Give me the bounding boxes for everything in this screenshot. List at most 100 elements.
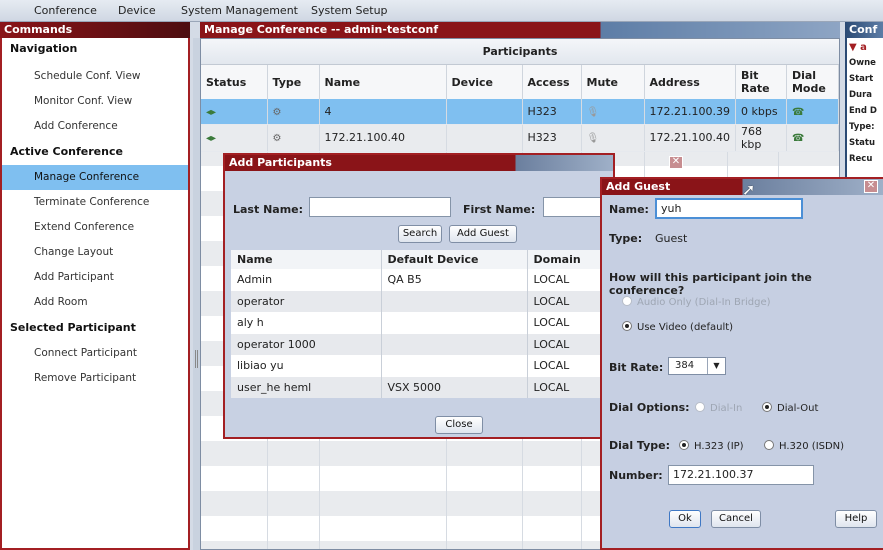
- col-default-device[interactable]: Default Device: [381, 250, 528, 269]
- col-user-name[interactable]: Name: [231, 250, 382, 269]
- table-row[interactable]: operator LOCAL: [231, 290, 611, 312]
- col-status[interactable]: Status: [201, 65, 268, 99]
- user-device: QA B5: [381, 269, 528, 291]
- menu-device[interactable]: Device: [118, 4, 156, 17]
- number-input[interactable]: 172.21.100.37: [668, 465, 814, 485]
- use-video-radio[interactable]: Use Video (default): [622, 320, 733, 333]
- user-domain: LOCAL: [527, 376, 611, 398]
- conf-info-recurrence: Recu: [849, 154, 873, 164]
- cell-name: 172.21.100.40: [319, 124, 447, 152]
- close-icon[interactable]: ✕: [864, 180, 878, 193]
- close-icon[interactable]: ✕: [669, 156, 683, 169]
- number-label: Number:: [609, 469, 663, 482]
- dial-in-radio[interactable]: Dial-In: [695, 401, 742, 414]
- last-name-label: Last Name:: [233, 203, 304, 216]
- table-row[interactable]: operator 1000 LOCAL: [231, 333, 611, 355]
- col-name[interactable]: Name: [319, 65, 447, 99]
- menu-system-setup[interactable]: System Setup: [311, 4, 388, 17]
- ok-button[interactable]: Ok: [669, 510, 701, 528]
- search-button[interactable]: Search: [398, 225, 442, 243]
- col-access[interactable]: Access: [522, 65, 582, 99]
- cmd-terminate-conference[interactable]: Terminate Conference: [2, 190, 188, 215]
- table-row[interactable]: ◂▸ ⚙ 172.21.100.40 H323 🎙 172.21.100.40 …: [201, 124, 840, 152]
- endpoint-type-icon: ⚙: [272, 106, 282, 118]
- cmd-add-participant[interactable]: Add Participant: [2, 265, 188, 290]
- cmd-monitor-conf-view[interactable]: Monitor Conf. View: [2, 89, 188, 114]
- user-name: operator: [231, 290, 382, 312]
- cmd-change-layout[interactable]: Change Layout: [2, 240, 188, 265]
- h323-radio[interactable]: H.323 (IP): [679, 439, 744, 452]
- menu-conference[interactable]: Conference: [34, 4, 97, 17]
- table-row[interactable]: user_he heml VSX 5000 LOCAL: [231, 376, 611, 398]
- dial-options-label: Dial Options:: [609, 401, 690, 414]
- col-address[interactable]: Address: [644, 65, 736, 99]
- cell-address: 172.21.100.39: [644, 99, 736, 125]
- dial-in-label: Dial-In: [710, 403, 743, 414]
- cell-bit-rate: 768 kbp: [735, 124, 787, 152]
- cmd-remove-participant[interactable]: Remove Participant: [2, 366, 188, 391]
- last-name-input[interactable]: [309, 197, 451, 217]
- menu-system-management[interactable]: System Management: [181, 4, 298, 17]
- user-device: [381, 312, 528, 334]
- main-title: Manage Conference -- admin-testconf: [200, 22, 840, 38]
- table-row[interactable]: ◂▸ ⚙ 4 H323 🎙 172.21.100.39 0 kbps ☎: [201, 99, 840, 125]
- user-device: VSX 5000: [381, 376, 528, 398]
- cell-device: [446, 124, 523, 152]
- table-row[interactable]: libiao yu LOCAL: [231, 355, 611, 377]
- cell-bit-rate: 0 kbps: [735, 99, 787, 125]
- section-selected-participant: Selected Participant: [10, 321, 136, 334]
- conf-info-expander[interactable]: ▼ a: [847, 38, 883, 56]
- help-button[interactable]: Help: [835, 510, 877, 528]
- guest-type-label: Type:: [609, 232, 643, 245]
- table-row[interactable]: Admin QA B5 LOCAL: [231, 269, 611, 291]
- cmd-schedule-conf-view[interactable]: Schedule Conf. View: [2, 64, 188, 89]
- bitrate-value: 384: [675, 360, 695, 371]
- cmd-add-conference[interactable]: Add Conference: [2, 114, 188, 139]
- add-guest-button[interactable]: Add Guest: [449, 225, 517, 243]
- col-device[interactable]: Device: [446, 65, 523, 99]
- table-row[interactable]: aly h LOCAL: [231, 312, 611, 334]
- add-participants-title-text: Add Participants: [229, 156, 332, 169]
- panel-splitter[interactable]: [193, 38, 200, 550]
- cancel-button[interactable]: Cancel: [711, 510, 761, 528]
- menu-bar: Conference Device System Management Syst…: [0, 0, 883, 22]
- close-button[interactable]: Close: [435, 416, 483, 434]
- col-domain[interactable]: Domain: [527, 250, 611, 269]
- splitter-grip[interactable]: [195, 350, 198, 368]
- user-device: [381, 290, 528, 312]
- commands-title: Commands: [0, 22, 190, 38]
- conf-info-end: End D: [849, 106, 877, 116]
- add-guest-dialog: Add Guest ✕ ➚ Name: yuh Type: Guest How …: [600, 177, 883, 550]
- dial-type-label: Dial Type:: [609, 439, 671, 452]
- col-dial-mode[interactable]: Dial Mode: [786, 65, 840, 99]
- user-name: libiao yu: [231, 355, 382, 377]
- h320-radio[interactable]: H.320 (ISDN): [764, 439, 844, 452]
- user-domain: LOCAL: [527, 312, 611, 334]
- col-type[interactable]: Type: [267, 65, 320, 99]
- status-icon: ◂▸: [206, 106, 217, 118]
- radio-icon: [695, 402, 705, 412]
- section-navigation: Navigation: [10, 42, 78, 55]
- cmd-add-room[interactable]: Add Room: [2, 290, 188, 315]
- mouse-cursor-icon: ➚: [742, 180, 756, 199]
- bitrate-select[interactable]: 384 ▼: [668, 357, 726, 375]
- guest-type-value: Guest: [655, 232, 688, 245]
- add-guest-title-text: Add Guest: [606, 180, 671, 193]
- bitrate-label: Bit Rate:: [609, 361, 664, 374]
- conf-info-title: Conf: [845, 22, 883, 38]
- audio-only-radio[interactable]: Audio Only (Dial-In Bridge): [622, 295, 771, 308]
- col-mute[interactable]: Mute: [581, 65, 645, 99]
- cmd-manage-conference[interactable]: Manage Conference: [2, 165, 188, 190]
- cmd-extend-conference[interactable]: Extend Conference: [2, 215, 188, 240]
- col-bit-rate[interactable]: Bit Rate: [735, 65, 787, 99]
- radio-icon: [762, 402, 772, 412]
- user-name: user_he heml: [231, 376, 382, 398]
- guest-name-input[interactable]: yuh: [655, 198, 803, 219]
- mute-icon[interactable]: 🎙: [587, 107, 600, 118]
- dial-mode-icon: ☎: [791, 106, 805, 118]
- commands-panel: Navigation Schedule Conf. View Monitor C…: [0, 38, 190, 550]
- user-name: aly h: [231, 312, 382, 334]
- dial-out-radio[interactable]: Dial-Out: [762, 401, 818, 414]
- cmd-connect-participant[interactable]: Connect Participant: [2, 341, 188, 366]
- mute-icon[interactable]: 🎙: [587, 133, 600, 144]
